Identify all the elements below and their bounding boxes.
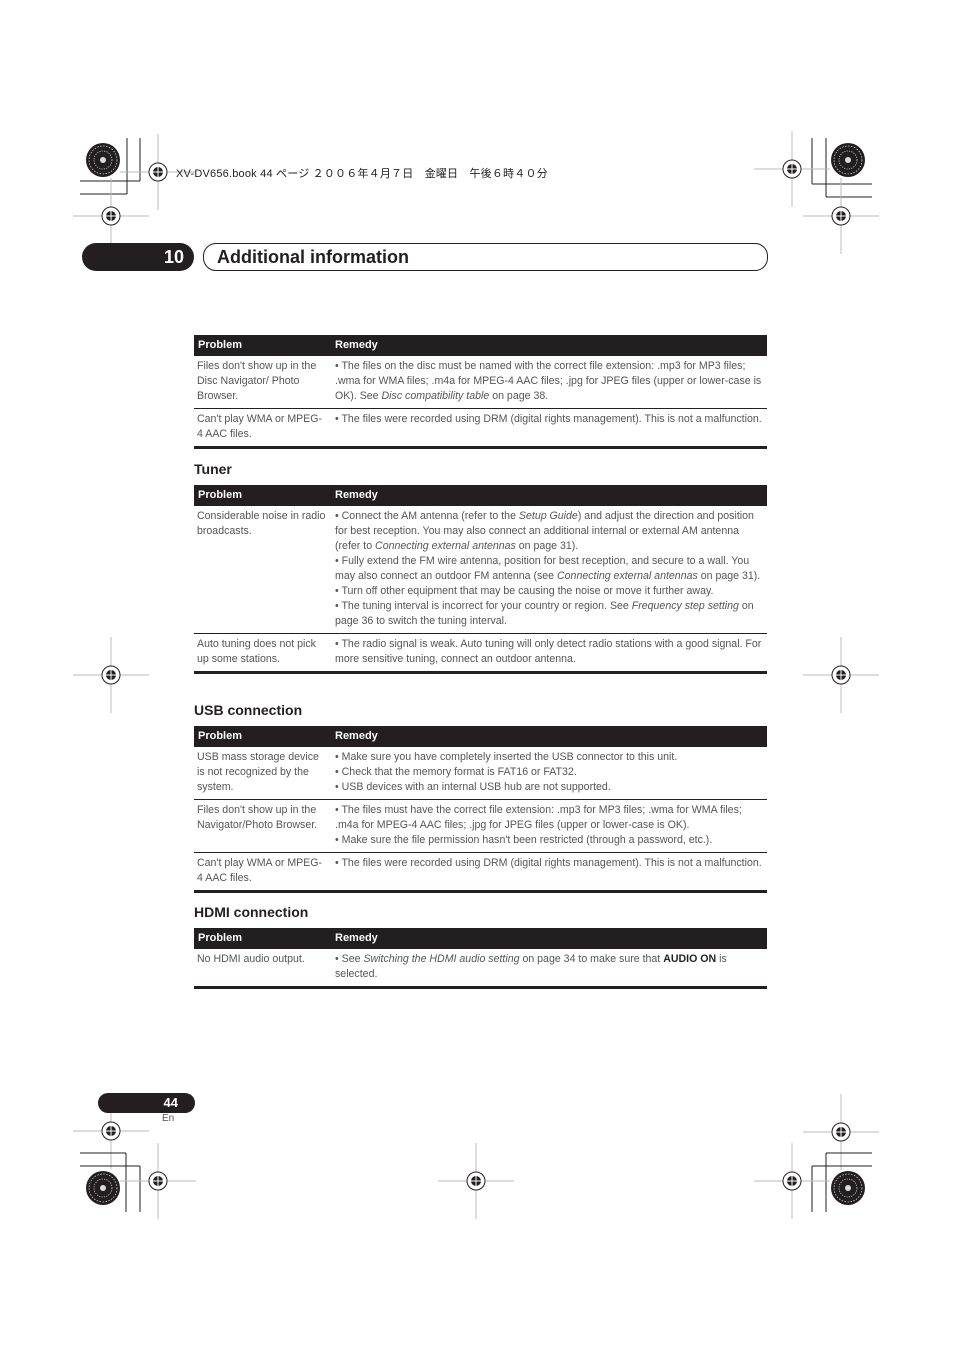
problem-cell: Considerable noise in radio broadcasts. xyxy=(194,506,331,634)
section-title: USB connection xyxy=(194,702,303,718)
table-row: USB mass storage device is not recognize… xyxy=(194,747,767,800)
cross-reference: Frequency step setting xyxy=(631,600,739,612)
table-row: Files don't show up in the Disc Navigato… xyxy=(194,356,767,409)
remedy-item: • Connect the AM antenna (refer to the S… xyxy=(335,510,754,552)
table-row: No HDMI audio output. • See Switching the… xyxy=(194,949,767,989)
print-header-line: XV-DV656.book 44 ページ ２００６年４月７日 金曜日 午後６時４… xyxy=(176,168,548,180)
registration-mark-icon xyxy=(802,636,880,714)
table-row: Can't play WMA or MPEG-4 AAC files. • The… xyxy=(194,852,767,893)
remedy-item: • The files must have the correct file e… xyxy=(335,804,742,831)
color-target-icon xyxy=(830,1170,866,1206)
table-row: Can't play WMA or MPEG-4 AAC files. • The… xyxy=(194,408,767,449)
troubleshooting-table: Problem Remedy Considerable noise in radio… xyxy=(194,485,767,674)
troubleshooting-table: Problem Remedy Files don't show up in the … xyxy=(194,335,767,449)
table-row: Files don't show up in the Navigator/Pho… xyxy=(194,799,767,853)
registration-mark-icon xyxy=(753,130,831,208)
remedy-item: • The files were recorded using DRM (dig… xyxy=(335,413,762,425)
registration-mark-icon xyxy=(437,1142,515,1220)
page-language: En xyxy=(162,1113,175,1124)
section-title: HDMI connection xyxy=(194,904,309,920)
remedy-item: • Check that the memory format is FAT16 … xyxy=(335,766,577,778)
remedy-item: • The radio signal is weak. Auto tuning … xyxy=(335,638,762,665)
registration-mark-icon xyxy=(753,1142,831,1220)
problem-cell: Files don't show up in the Navigator/Pho… xyxy=(194,799,331,853)
cross-reference: Connecting external antennas xyxy=(557,570,698,582)
remedy-cell: • The files must have the correct file e… xyxy=(331,799,767,853)
page-number: 44 xyxy=(163,1095,178,1110)
problem-cell: Auto tuning does not pick up some statio… xyxy=(194,633,331,674)
remedy-item: • Make sure you have completely inserted… xyxy=(335,751,678,763)
color-target-icon xyxy=(85,1170,121,1206)
column-header-remedy: Remedy xyxy=(331,928,767,949)
column-header-problem: Problem xyxy=(194,928,331,949)
color-target-icon xyxy=(830,142,866,178)
registration-mark-icon xyxy=(802,1093,880,1171)
remedy-cell: • The files were recorded using DRM (dig… xyxy=(331,408,767,449)
remedy-cell: • Make sure you have completely inserted… xyxy=(331,747,767,800)
cross-reference: Disc compatibility table xyxy=(381,390,490,402)
cross-reference: Switching the HDMI audio setting xyxy=(363,953,520,965)
problem-cell: Files don't show up in the Disc Navigato… xyxy=(194,356,331,409)
registration-mark-icon xyxy=(119,1142,197,1220)
remedy-item: • The files on the disc must be named wi… xyxy=(335,360,762,402)
column-header-problem: Problem xyxy=(194,335,331,356)
registration-mark-icon xyxy=(802,177,880,255)
remedy-item: • The tuning interval is incorrect for y… xyxy=(335,600,754,627)
remedy-cell: • See Switching the HDMI audio setting o… xyxy=(331,949,767,989)
remedy-item: • Make sure the file permission hasn't b… xyxy=(335,834,713,846)
color-target-icon xyxy=(85,142,121,178)
chapter-title: Additional information xyxy=(217,247,409,267)
remedy-item: • See Switching the HDMI audio setting o… xyxy=(335,953,727,980)
troubleshooting-table: Problem Remedy USB mass storage device is … xyxy=(194,726,767,893)
table-row: Auto tuning does not pick up some statio… xyxy=(194,633,767,674)
column-header-problem: Problem xyxy=(194,485,331,506)
problem-cell: USB mass storage device is not recognize… xyxy=(194,747,331,800)
remedy-item: • Turn off other equipment that may be c… xyxy=(335,585,714,597)
remedy-cell: • The radio signal is weak. Auto tuning … xyxy=(331,633,767,674)
chapter-number: 10 xyxy=(163,247,184,267)
cross-reference: Setup Guide xyxy=(518,510,578,522)
remedy-cell: • The files were recorded using DRM (dig… xyxy=(331,852,767,893)
remedy-item: • USB devices with an internal USB hub a… xyxy=(335,781,611,793)
section-title: Tuner xyxy=(194,461,232,477)
column-header-remedy: Remedy xyxy=(331,726,767,747)
column-header-remedy: Remedy xyxy=(331,335,767,356)
remedy-cell: • The files on the disc must be named wi… xyxy=(331,356,767,409)
remedy-item: • The files were recorded using DRM (dig… xyxy=(335,857,762,869)
remedy-cell: • Connect the AM antenna (refer to the S… xyxy=(331,506,767,634)
troubleshooting-table: Problem Remedy No HDMI audio output. • See … xyxy=(194,928,767,989)
cross-reference: Connecting external antennas xyxy=(375,540,516,552)
problem-cell: Can't play WMA or MPEG-4 AAC files. xyxy=(194,408,331,449)
setting-name: AUDIO ON xyxy=(663,953,717,965)
problem-cell: Can't play WMA or MPEG-4 AAC files. xyxy=(194,852,331,893)
remedy-item: • Fully extend the FM wire antenna, posi… xyxy=(335,555,761,582)
column-header-remedy: Remedy xyxy=(331,485,767,506)
column-header-problem: Problem xyxy=(194,726,331,747)
printer-marks xyxy=(72,130,880,1220)
table-row: Considerable noise in radio broadcasts. •… xyxy=(194,506,767,634)
problem-cell: No HDMI audio output. xyxy=(194,949,331,989)
registration-mark-icon xyxy=(72,636,150,714)
